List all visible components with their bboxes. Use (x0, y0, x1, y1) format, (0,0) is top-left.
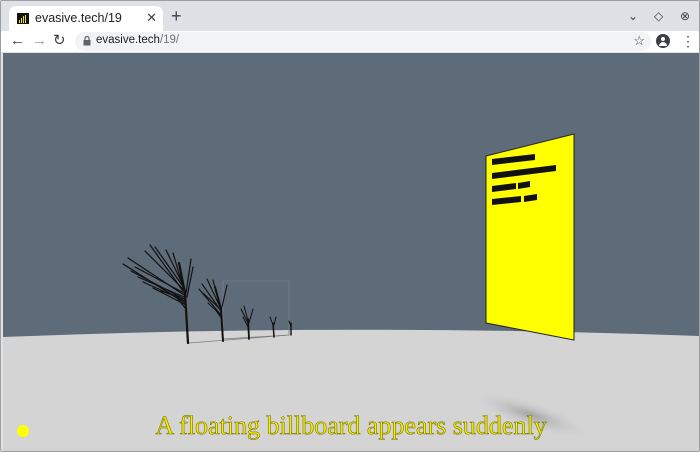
close-circle-icon[interactable]: ⊗ (680, 8, 690, 24)
page-viewport: A floating billboard appears suddenly (3, 53, 699, 451)
address-bar[interactable]: evasive.tech/19/ ☆ (75, 32, 651, 51)
reload-icon[interactable]: ↻ (53, 32, 66, 50)
close-icon[interactable]: ✕ (146, 10, 157, 26)
account-icon[interactable] (656, 34, 670, 48)
scene-caption: A floating billboard appears suddenly (155, 411, 547, 441)
more-vert-icon[interactable]: ⋮ (681, 33, 695, 49)
browser-window: evasive.tech/19 ✕ + ⌄ ◇ ⊗ ← → ↻ evasive.… (0, 0, 700, 452)
lock-icon (83, 36, 91, 46)
floating-billboard[interactable] (485, 133, 575, 341)
site-favicon-icon (17, 13, 29, 24)
tab-strip: evasive.tech/19 ✕ + ⌄ ◇ ⊗ (1, 1, 699, 31)
browser-toolbar: ← → ↻ evasive.tech/19/ ☆ ⋮ (1, 31, 699, 52)
webgl-scene[interactable] (3, 53, 699, 451)
url-host: evasive.tech (96, 34, 160, 46)
url-text: evasive.tech/19/ (96, 34, 179, 46)
arrow-left-icon[interactable]: ← (10, 32, 25, 50)
star-icon[interactable]: ☆ (633, 32, 645, 50)
chevron-down-icon[interactable]: ⌄ (628, 8, 638, 24)
billboard-panel (485, 133, 575, 341)
diamond-icon[interactable]: ◇ (654, 8, 663, 24)
tab-active[interactable]: evasive.tech/19 ✕ (9, 6, 163, 31)
plus-icon[interactable]: + (171, 7, 182, 25)
tab-title: evasive.tech/19 (35, 11, 122, 25)
arrow-right-icon[interactable]: → (32, 32, 47, 50)
url-path: /19/ (159, 34, 180, 46)
